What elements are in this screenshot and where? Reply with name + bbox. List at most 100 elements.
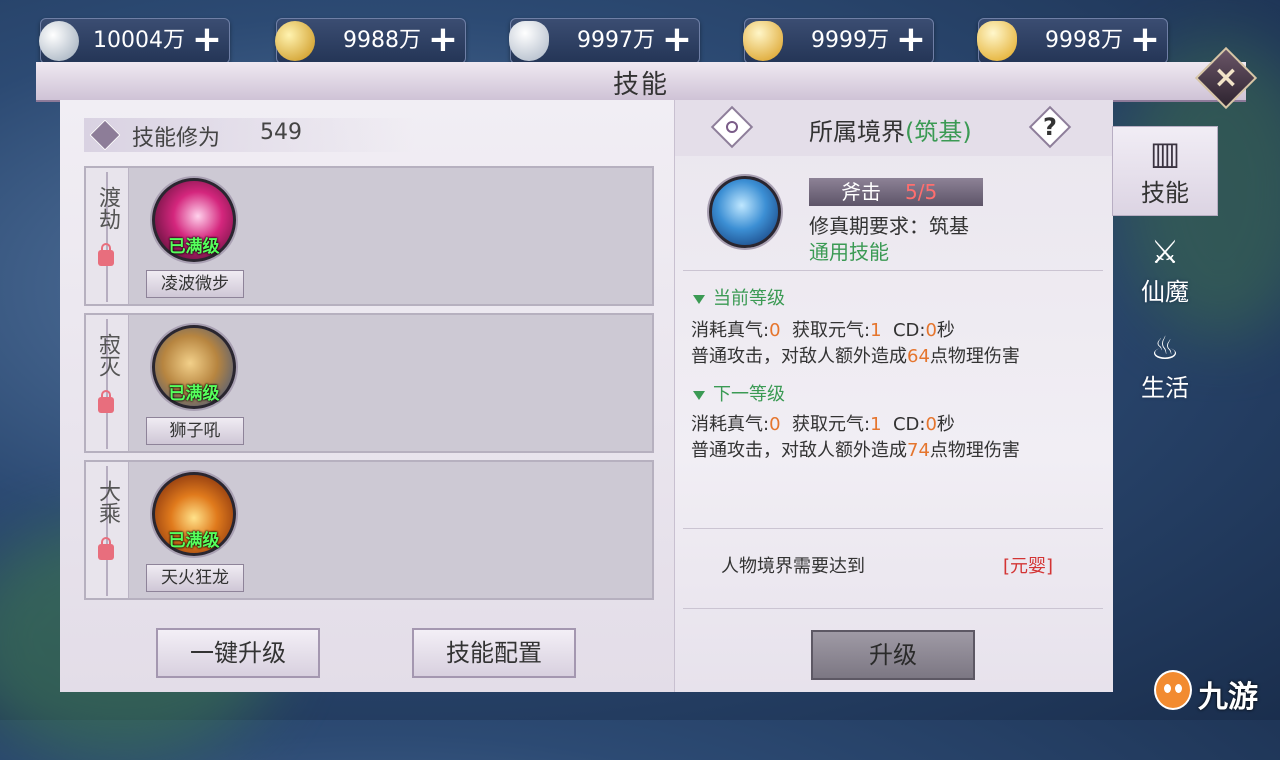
current-level-label: 当前等级 [713,288,785,309]
tier-column: 渡劫 [86,168,129,304]
tab-label: 生活 [1141,374,1189,402]
silver-coin-icon [39,21,79,61]
realm-need-label: 人物境界需要达到 [721,556,865,577]
currency-value: 9999万 [811,28,889,53]
gain-value: 1 [870,320,882,341]
tier-label: 大乘 [95,480,120,524]
gain-label: 获取元气: [791,320,871,341]
cultivation-label: 技能修为 [132,126,221,151]
current-cost-line: 消耗真气:0 获取元气:1 CD:0秒 [691,316,955,342]
skill-status: 已满级 [168,237,220,257]
skill-row[interactable]: 大乘 已满级 天火狂龙 [84,460,654,600]
logo-mascot-icon [1154,670,1192,710]
skill-name: 凌波微步 [146,270,244,298]
realm-need-value: [元婴] [1003,556,1054,577]
skill-book-icon: ▥ [1149,134,1181,172]
tier-label: 渡劫 [95,186,120,230]
currency-value: 10004万 [93,28,185,53]
currency-value: 9998万 [1045,28,1123,53]
cost-label: 消耗真气: [691,320,770,341]
next-desc-line: 普通攻击，对敌人额外造成74点物理伤害 [691,436,1020,462]
divider [683,528,1103,529]
triangle-down-icon [693,294,705,304]
currency-value: 9997万 [577,28,655,53]
cost-value: 0 [769,414,781,435]
gold-ingot-alt-icon [977,21,1017,61]
tab-skill[interactable]: ▥ 技能 [1112,126,1218,216]
gain-value: 1 [870,414,882,435]
cd-unit: 秒 [936,320,955,341]
currency-gold-ingot: 9999万 + [743,18,934,64]
desc-suffix: 点物理伤害 [929,346,1020,367]
skill-list-pane: 技能修为 549 渡劫 已满级 凌波微步 寂灭 已满级 狮子吼 大乘 已满级 天… [60,100,672,692]
jiuyou-logo: 九游 [1154,670,1274,715]
skill-row[interactable]: 渡劫 已满级 凌波微步 [84,166,654,306]
skill-cultivation: 技能修为 549 [84,118,414,152]
cd-unit: 秒 [936,414,955,435]
window-title: 技能 [612,70,669,100]
current-desc-line: 普通攻击，对敌人额外造成64点物理伤害 [691,342,1020,368]
tab-immortal-demon[interactable]: ⚔ 仙魔 [1112,226,1218,316]
divider [683,270,1103,271]
next-cost-line: 消耗真气:0 获取元气:1 CD:0秒 [691,410,955,436]
realm-title-text: 所属境界 [809,118,905,146]
skill-config-button[interactable]: 技能配置 [412,628,576,678]
damage-value: 64 [907,346,930,367]
skill-detail-pane: 所属境界(筑基) ? 斧击 5/5 修真期要求：筑基 通用技能 当前等级 消耗真… [674,100,1113,692]
cooking-pot-icon: ♨ [1150,329,1180,367]
next-level-label: 下一等级 [713,384,785,405]
cost-label: 消耗真气: [691,414,770,435]
currency-gold-ingot-alt: 9998万 + [977,18,1168,64]
one-click-upgrade-button[interactable]: 一键升级 [156,628,320,678]
detail-skill-level: 5/5 [905,180,938,204]
help-button[interactable]: ? [1028,105,1072,149]
tier-label: 寂灭 [95,333,120,377]
gold-coin-icon [275,21,315,61]
skill-name-plate: 斧击 5/5 [809,178,983,206]
cd-value: 0 [925,414,937,435]
divider [683,608,1103,609]
tab-label: 仙魔 [1141,278,1189,306]
currency-value: 9988万 [343,28,421,53]
desc-suffix: 点物理伤害 [929,440,1020,461]
cd-label: CD: [892,414,926,435]
sword-icon: ⚔ [1150,233,1180,271]
cd-label: CD: [892,320,926,341]
skill-name: 天火狂龙 [146,564,244,592]
detail-skill-name: 斧击 [841,180,881,204]
current-level-heading: 当前等级 [693,284,785,310]
add-gold-coin-button[interactable]: + [425,22,461,59]
cost-value: 0 [769,320,781,341]
gold-ingot-icon [743,21,783,61]
add-silver-coin-button[interactable]: + [189,22,225,59]
silver-ingot-icon [509,21,549,61]
lock-icon [98,243,114,266]
window-title-bar: 技能 × [36,46,1258,110]
upgrade-button[interactable]: 升级 [811,630,975,680]
triangle-down-icon [693,390,705,400]
cultivation-icon [89,119,121,151]
tier-column: 寂灭 [86,315,129,451]
add-gold-ingot-alt-button[interactable]: + [1127,22,1163,59]
lock-icon [98,537,114,560]
add-gold-ingot-button[interactable]: + [893,22,929,59]
help-icon: ? [1043,113,1057,141]
cultivation-value: 549 [260,120,302,145]
skill-type: 通用技能 [809,240,889,264]
skill-name: 狮子吼 [146,417,244,445]
currency-silver-coin: 10004万 + [39,18,230,64]
skill-row[interactable]: 寂灭 已满级 狮子吼 [84,313,654,453]
damage-value: 74 [907,440,930,461]
currency-bar: 10004万 + 9988万 + 9997万 + 9999万 + 9998万 + [39,18,1200,64]
realm-subtitle: (筑基) [905,118,972,146]
tab-label: 技能 [1141,179,1189,207]
add-silver-ingot-button[interactable]: + [659,22,695,59]
skill-status: 已满级 [168,384,220,404]
desc-prefix: 普通攻击，对敌人额外造成 [691,440,907,461]
currency-gold-coin: 9988万 + [275,18,466,64]
category-tabs: ▥ 技能 ⚔ 仙魔 ♨ 生活 [1112,126,1218,426]
close-icon: × [1213,60,1239,95]
cd-value: 0 [925,320,937,341]
next-level-heading: 下一等级 [693,380,785,406]
tab-life[interactable]: ♨ 生活 [1112,322,1218,412]
